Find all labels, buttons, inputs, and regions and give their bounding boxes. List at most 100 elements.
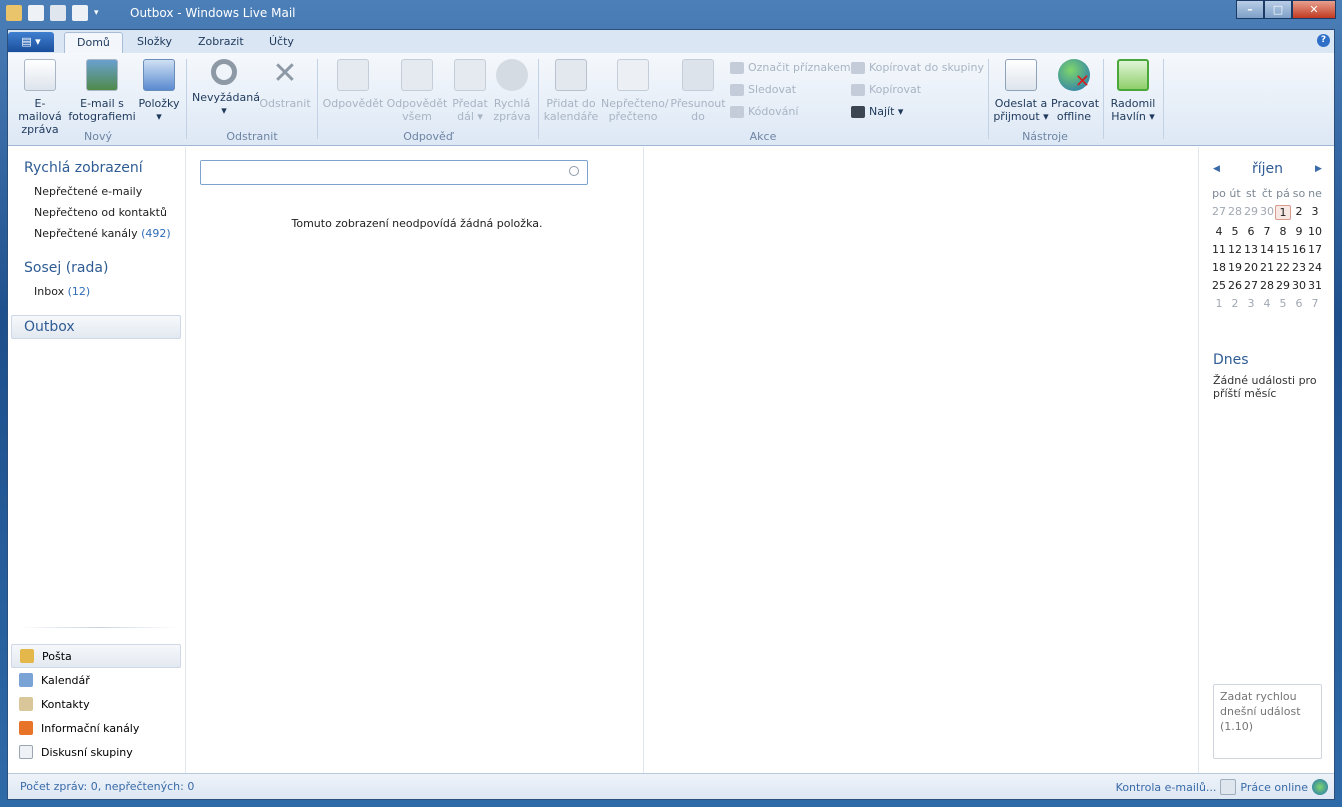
calendar-day[interactable]: 16 (1291, 243, 1307, 256)
calendar-day[interactable]: 19 (1227, 261, 1243, 274)
calendar-day[interactable]: 24 (1307, 261, 1323, 274)
online-status[interactable]: Práce online (1240, 781, 1308, 794)
calendar-day[interactable]: 10 (1307, 225, 1323, 238)
calendar-day[interactable]: 2 (1291, 205, 1307, 220)
block-icon (211, 59, 237, 85)
calendar-day[interactable]: 6 (1291, 297, 1307, 310)
minimize-button[interactable]: – (1236, 0, 1264, 19)
calendar-day[interactable]: 27 (1243, 279, 1259, 292)
encoding-button[interactable]: Kódování (730, 105, 798, 118)
user-account-button[interactable]: Radomil Havlín ▾ (1108, 59, 1158, 123)
calendar-day[interactable]: 29 (1275, 279, 1291, 292)
new-email-button[interactable]: E-mailová zpráva (14, 59, 66, 136)
app-icon[interactable] (6, 5, 22, 21)
nav-mail[interactable]: Pošta (11, 644, 181, 668)
copy-button[interactable]: Kopírovat (851, 83, 921, 96)
calendar-day[interactable]: 20 (1243, 261, 1259, 274)
calendar-day[interactable]: 30 (1291, 279, 1307, 292)
move-to-button[interactable]: Přesunout do (667, 59, 729, 123)
calendar-day[interactable]: 13 (1243, 243, 1259, 256)
calendar-day[interactable]: 6 (1243, 225, 1259, 238)
close-button[interactable]: ✕ (1292, 0, 1336, 19)
calendar-day[interactable]: 18 (1211, 261, 1227, 274)
next-month-button[interactable]: ▶ (1315, 164, 1322, 174)
account-heading[interactable]: Sosej (rada) (24, 260, 108, 276)
label: Odpovědět (386, 97, 448, 110)
calendar-day[interactable]: 28 (1259, 279, 1275, 292)
calendar-day[interactable]: 30 (1259, 205, 1275, 220)
check-mail-status[interactable]: Kontrola e-mailů... (1116, 781, 1217, 794)
calendar-day[interactable]: 4 (1259, 297, 1275, 310)
reply-icon[interactable] (50, 5, 66, 21)
add-to-calendar-button[interactable]: Přidat do kalendáře (543, 59, 599, 123)
items-button[interactable]: Položky ▾ (136, 59, 182, 123)
calendar-day[interactable]: 4 (1211, 225, 1227, 238)
calendar-day[interactable]: 23 (1291, 261, 1307, 274)
reply-button[interactable]: Odpovědět (322, 59, 384, 110)
calendar-day[interactable]: 29 (1243, 205, 1259, 220)
copy-to-group-button[interactable]: Kopírovat do skupiny (851, 61, 984, 74)
nav-contacts[interactable]: Kontakty (11, 692, 181, 716)
find-button[interactable]: Najít ▾ (851, 105, 903, 118)
help-icon[interactable]: ? (1317, 34, 1330, 47)
calendar-day[interactable]: 26 (1227, 279, 1243, 292)
folder-inbox[interactable]: Inbox (12) (34, 285, 90, 298)
calendar-day[interactable]: 12 (1227, 243, 1243, 256)
calendar-day[interactable]: 8 (1275, 225, 1291, 238)
maximize-button[interactable]: □ (1264, 0, 1292, 19)
mark-unread-button[interactable]: Nepřečteno/přečteno (601, 59, 669, 123)
folder-outbox[interactable]: Outbox (11, 315, 181, 339)
tab-slozky[interactable]: Složky (125, 32, 184, 53)
tab-domu[interactable]: Domů (64, 32, 123, 53)
search-icon[interactable] (569, 166, 579, 176)
search-input[interactable] (201, 161, 561, 183)
tab-ucty[interactable]: Účty (257, 32, 306, 53)
quick-view-unread-email[interactable]: Nepřečtené e-maily (34, 185, 142, 198)
calendar-day[interactable]: 17 (1307, 243, 1323, 256)
delete-button[interactable]: ✕ Odstranit (258, 59, 312, 111)
send-receive-icon[interactable] (72, 5, 88, 21)
nav-newsgroups[interactable]: Diskusní skupiny (11, 740, 181, 764)
calendar-day[interactable]: 11 (1211, 243, 1227, 256)
quick-event-input[interactable] (1213, 684, 1322, 759)
calendar-day[interactable]: 5 (1227, 225, 1243, 238)
flag-button[interactable]: Označit příznakem (730, 61, 851, 74)
calendar-day[interactable]: 2 (1227, 297, 1243, 310)
calendar-day[interactable]: 14 (1259, 243, 1275, 256)
calendar-day[interactable]: 7 (1259, 225, 1275, 238)
photo-email-button[interactable]: E-mail s fotografiemi (68, 59, 136, 123)
instant-message-button[interactable]: Rychlá zpráva (492, 59, 532, 123)
tab-zobrazit[interactable]: Zobrazit (186, 32, 256, 53)
reply-all-button[interactable]: Odpovědět všem (386, 59, 448, 123)
send-receive-button[interactable]: Odeslat a přijmout ▾ (993, 59, 1049, 123)
app-menu-button[interactable]: ▤ ▾ (8, 32, 54, 52)
forward-button[interactable]: Předat dál ▾ (450, 59, 490, 123)
calendar-day[interactable]: 3 (1243, 297, 1259, 310)
customize-qat-icon[interactable]: ▾ (94, 8, 99, 18)
nav-feeds[interactable]: Informační kanály (11, 716, 181, 740)
label: Kopírovat (869, 83, 922, 96)
calendar-day-today[interactable]: 1 (1275, 205, 1291, 220)
calendar-day[interactable]: 27 (1211, 205, 1227, 220)
calendar-day[interactable]: 22 (1275, 261, 1291, 274)
calendar-day[interactable]: 21 (1259, 261, 1275, 274)
new-message-icon[interactable] (28, 5, 44, 21)
calendar-day[interactable]: 7 (1307, 297, 1323, 310)
nav-calendar[interactable]: Kalendář (11, 668, 181, 692)
work-offline-button[interactable]: ✕ Pracovat offline (1051, 59, 1099, 123)
quick-view-unread-feeds[interactable]: Nepřečtené kanály (492) (34, 227, 171, 240)
divider (1163, 59, 1164, 139)
calendar-day[interactable]: 5 (1275, 297, 1291, 310)
calendar-day[interactable]: 15 (1275, 243, 1291, 256)
quick-view-unread-contacts[interactable]: Nepřečteno od kontaktů (34, 206, 167, 219)
calendar-day[interactable]: 3 (1307, 205, 1323, 220)
junk-button[interactable]: Nevyžádaná ▾ (192, 59, 260, 117)
calendar-day[interactable]: 31 (1307, 279, 1323, 292)
watch-button[interactable]: Sledovat (730, 83, 796, 96)
calendar-day[interactable]: 1 (1211, 297, 1227, 310)
calendar-day[interactable]: 9 (1291, 225, 1307, 238)
calendar-day[interactable]: 25 (1211, 279, 1227, 292)
search-box[interactable] (200, 160, 588, 185)
quick-views-heading[interactable]: Rychlá zobrazení (24, 160, 143, 176)
calendar-day[interactable]: 28 (1227, 205, 1243, 220)
